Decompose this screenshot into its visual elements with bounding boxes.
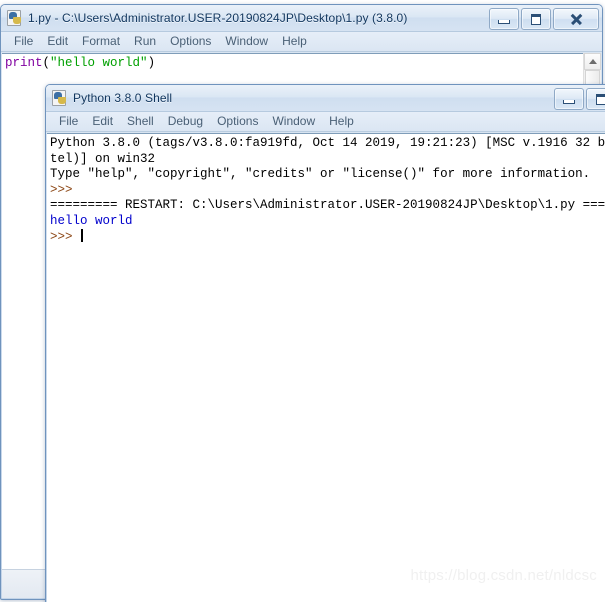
- editor-minimize-button[interactable]: [489, 8, 519, 30]
- editor-title: 1.py - C:\Users\Administrator.USER-20190…: [28, 11, 408, 25]
- shell-line: Type "help", "copyright", "credits" or "…: [50, 167, 605, 183]
- editor-menu-help[interactable]: Help: [275, 32, 314, 51]
- editor-code-line: print("hello world"): [2, 54, 601, 72]
- shell-text-lines: Python 3.8.0 (tags/v3.8.0:fa919fd, Oct 1…: [47, 134, 605, 246]
- shell-menu-options[interactable]: Options: [210, 112, 265, 131]
- shell-minimize-button[interactable]: [554, 88, 584, 110]
- shell-maximize-button[interactable]: [586, 88, 605, 110]
- editor-token-string: "hello world": [50, 56, 148, 70]
- text-caret: [81, 229, 83, 242]
- python-file-icon: [7, 10, 23, 26]
- shell-title: Python 3.8.0 Shell: [73, 91, 173, 105]
- editor-menu-window[interactable]: Window: [218, 32, 275, 51]
- shell-menu-window[interactable]: Window: [265, 112, 322, 131]
- shell-caption-buttons[interactable]: [554, 88, 605, 110]
- shell-line-text: tel)] on win32: [50, 151, 156, 166]
- shell-line-text: hello world: [50, 213, 133, 228]
- shell-menu-help[interactable]: Help: [322, 112, 361, 131]
- shell-line-text: Python 3.8.0 (tags/v3.8.0:fa919fd, Oct 1…: [50, 136, 605, 150]
- shell-line: Python 3.8.0 (tags/v3.8.0:fa919fd, Oct 1…: [50, 136, 605, 152]
- shell-menu-shell[interactable]: Shell: [120, 112, 161, 131]
- shell-menubar[interactable]: File Edit Shell Debug Options Window Hel…: [46, 112, 605, 132]
- editor-menu-file[interactable]: File: [7, 32, 40, 51]
- editor-token-print: print: [5, 56, 43, 70]
- editor-token-close-paren: ): [147, 56, 156, 70]
- editor-menubar[interactable]: File Edit Format Run Options Window Help: [1, 32, 602, 52]
- shell-line: >>>: [50, 183, 605, 199]
- python-shell-window[interactable]: Python 3.8.0 Shell File Edit Shell Debug…: [45, 84, 605, 602]
- shell-line: >>>: [50, 229, 605, 246]
- editor-menu-run[interactable]: Run: [127, 32, 163, 51]
- editor-caption-buttons[interactable]: [489, 8, 599, 30]
- editor-titlebar[interactable]: 1.py - C:\Users\Administrator.USER-20190…: [1, 5, 602, 32]
- shell-line-text: Type "help", "copyright", "credits" or "…: [50, 167, 591, 181]
- editor-close-button[interactable]: [553, 8, 599, 30]
- shell-line: ========= RESTART: C:\Users\Administrato…: [50, 198, 605, 214]
- editor-token-open-paren: (: [42, 56, 51, 70]
- shell-line-text: >>>: [50, 182, 73, 197]
- shell-menu-file[interactable]: File: [52, 112, 85, 131]
- scroll-up-icon[interactable]: [584, 53, 601, 70]
- shell-menu-edit[interactable]: Edit: [85, 112, 120, 131]
- python-shell-icon: [52, 90, 68, 106]
- shell-output-area[interactable]: Python 3.8.0 (tags/v3.8.0:fa919fd, Oct 1…: [47, 133, 605, 602]
- editor-menu-format[interactable]: Format: [75, 32, 127, 51]
- editor-menu-options[interactable]: Options: [163, 32, 218, 51]
- desktop-screen: 1.py - C:\Users\Administrator.USER-20190…: [0, 0, 605, 602]
- shell-line: hello world: [50, 214, 605, 230]
- watermark-text: https://blog.csdn.net/nldcsc: [410, 567, 597, 584]
- shell-line-text: >>>: [50, 230, 81, 244]
- shell-line: tel)] on win32: [50, 152, 605, 168]
- editor-maximize-button[interactable]: [521, 8, 551, 30]
- shell-titlebar[interactable]: Python 3.8.0 Shell: [46, 85, 605, 112]
- shell-line-text: ========= RESTART: C:\Users\Administrato…: [50, 198, 605, 212]
- editor-menu-edit[interactable]: Edit: [40, 32, 75, 51]
- shell-menu-debug[interactable]: Debug: [161, 112, 210, 131]
